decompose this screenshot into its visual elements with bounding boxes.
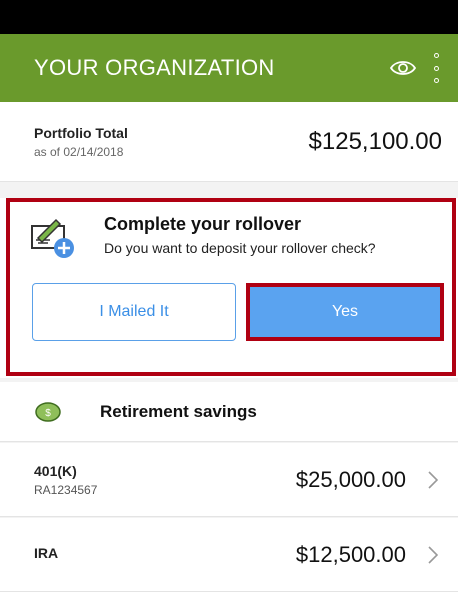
svg-text:$: $ (45, 408, 51, 419)
portfolio-total-label: Portfolio Total (34, 124, 128, 141)
portfolio-date: as of 02/14/2018 (34, 144, 124, 159)
account-row-ira[interactable]: IRA $12,500.00 (0, 518, 458, 592)
account-name: 401(K) (34, 462, 77, 479)
eye-icon[interactable] (390, 58, 416, 78)
retirement-savings-header: $ Retirement savings (0, 382, 458, 442)
check-deposit-icon (31, 218, 74, 258)
section-spacer (0, 182, 458, 198)
retirement-savings-label: Retirement savings (100, 401, 257, 421)
account-amount: $12,500.00 (295, 541, 406, 567)
account-amount: $25,000.00 (295, 466, 406, 492)
portfolio-amount: $125,100.00 (308, 127, 442, 155)
piggy-bank-icon: $ (35, 401, 61, 422)
kebab-menu-icon[interactable] (432, 53, 440, 83)
page-title: YOUR ORGANIZATION (34, 55, 275, 80)
status-bar (0, 0, 458, 34)
account-name: IRA (34, 544, 59, 561)
chevron-right-icon[interactable] (428, 470, 438, 489)
rollover-subtitle: Do you want to deposit your rollover che… (104, 240, 376, 256)
account-row-401k[interactable]: 401(K) RA1234567 $25,000.00 (0, 443, 458, 517)
organization-header: YOUR ORGANIZATION (0, 34, 458, 102)
i-mailed-it-button[interactable]: I Mailed It (32, 283, 236, 341)
yes-button[interactable]: Yes (246, 283, 444, 341)
portfolio-total-row: Portfolio Total as of 02/14/2018 $125,10… (0, 102, 458, 182)
rollover-title: Complete your rollover (104, 214, 302, 234)
account-id: RA1234567 (34, 482, 98, 497)
